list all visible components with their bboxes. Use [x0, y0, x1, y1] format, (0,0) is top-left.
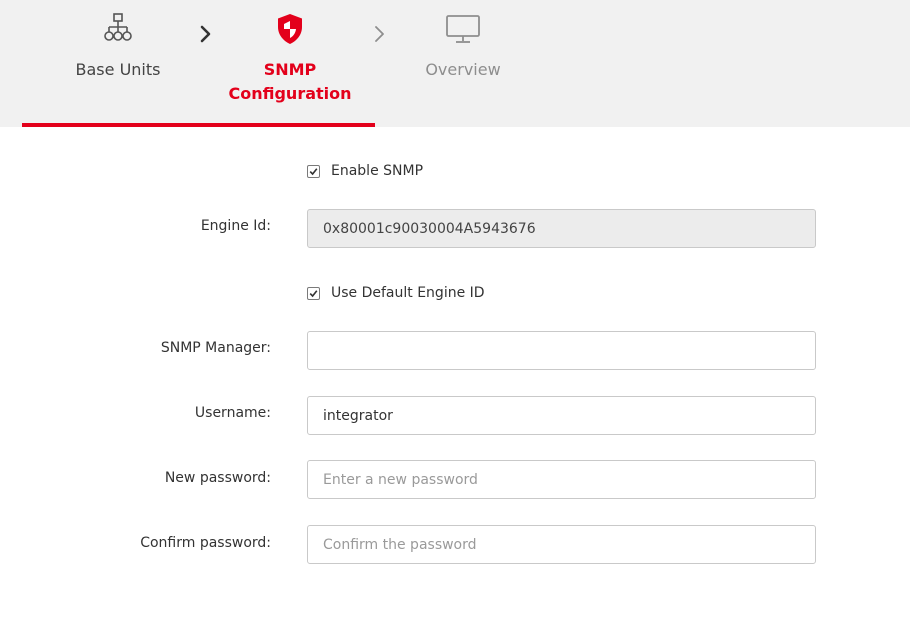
enable-snmp-label: Enable SNMP: [331, 163, 424, 179]
snmp-manager-label: SNMP Manager:: [160, 340, 271, 356]
step-snmp-configuration[interactable]: SNMP Configuration: [220, 0, 360, 123]
confirm-password-field[interactable]: [307, 525, 816, 564]
use-default-engine-id-row: Use Default Engine ID: [307, 285, 485, 301]
engine-id-field[interactable]: [307, 209, 816, 248]
step-base-units[interactable]: Base Units: [58, 0, 178, 123]
checkmark-icon: [309, 289, 318, 297]
use-default-engine-id-label: Use Default Engine ID: [331, 285, 485, 301]
step-snmp-label-line2: Configuration: [228, 84, 352, 103]
step-overview-label: Overview: [425, 60, 501, 79]
step-base-units-label: Base Units: [75, 60, 161, 79]
checkmark-icon: [309, 167, 318, 175]
confirm-password-label: Confirm password:: [140, 535, 271, 551]
username-field[interactable]: [307, 396, 816, 435]
enable-snmp-checkbox[interactable]: [307, 164, 320, 178]
step-overview[interactable]: Overview: [403, 0, 523, 123]
chevron-right-icon: [372, 22, 388, 50]
username-label: Username:: [194, 405, 271, 421]
monitor-icon: [445, 14, 481, 48]
new-password-field[interactable]: [307, 460, 816, 499]
network-icon: [103, 12, 133, 48]
enable-snmp-row: Enable SNMP: [307, 163, 423, 179]
active-step-indicator: [22, 123, 375, 127]
wizard-stepper: Base Units SNMP Configuration Overview: [0, 0, 910, 127]
use-default-engine-id-checkbox[interactable]: [307, 286, 320, 300]
step-snmp-label-line1: SNMP: [263, 60, 317, 79]
shield-icon: [275, 12, 305, 50]
step-snmp-configuration-label: SNMP Configuration: [220, 58, 360, 106]
new-password-label: New password:: [164, 470, 271, 486]
engine-id-label: Engine Id:: [200, 218, 271, 234]
chevron-right-icon: [198, 22, 214, 50]
snmp-manager-field[interactable]: [307, 331, 816, 370]
